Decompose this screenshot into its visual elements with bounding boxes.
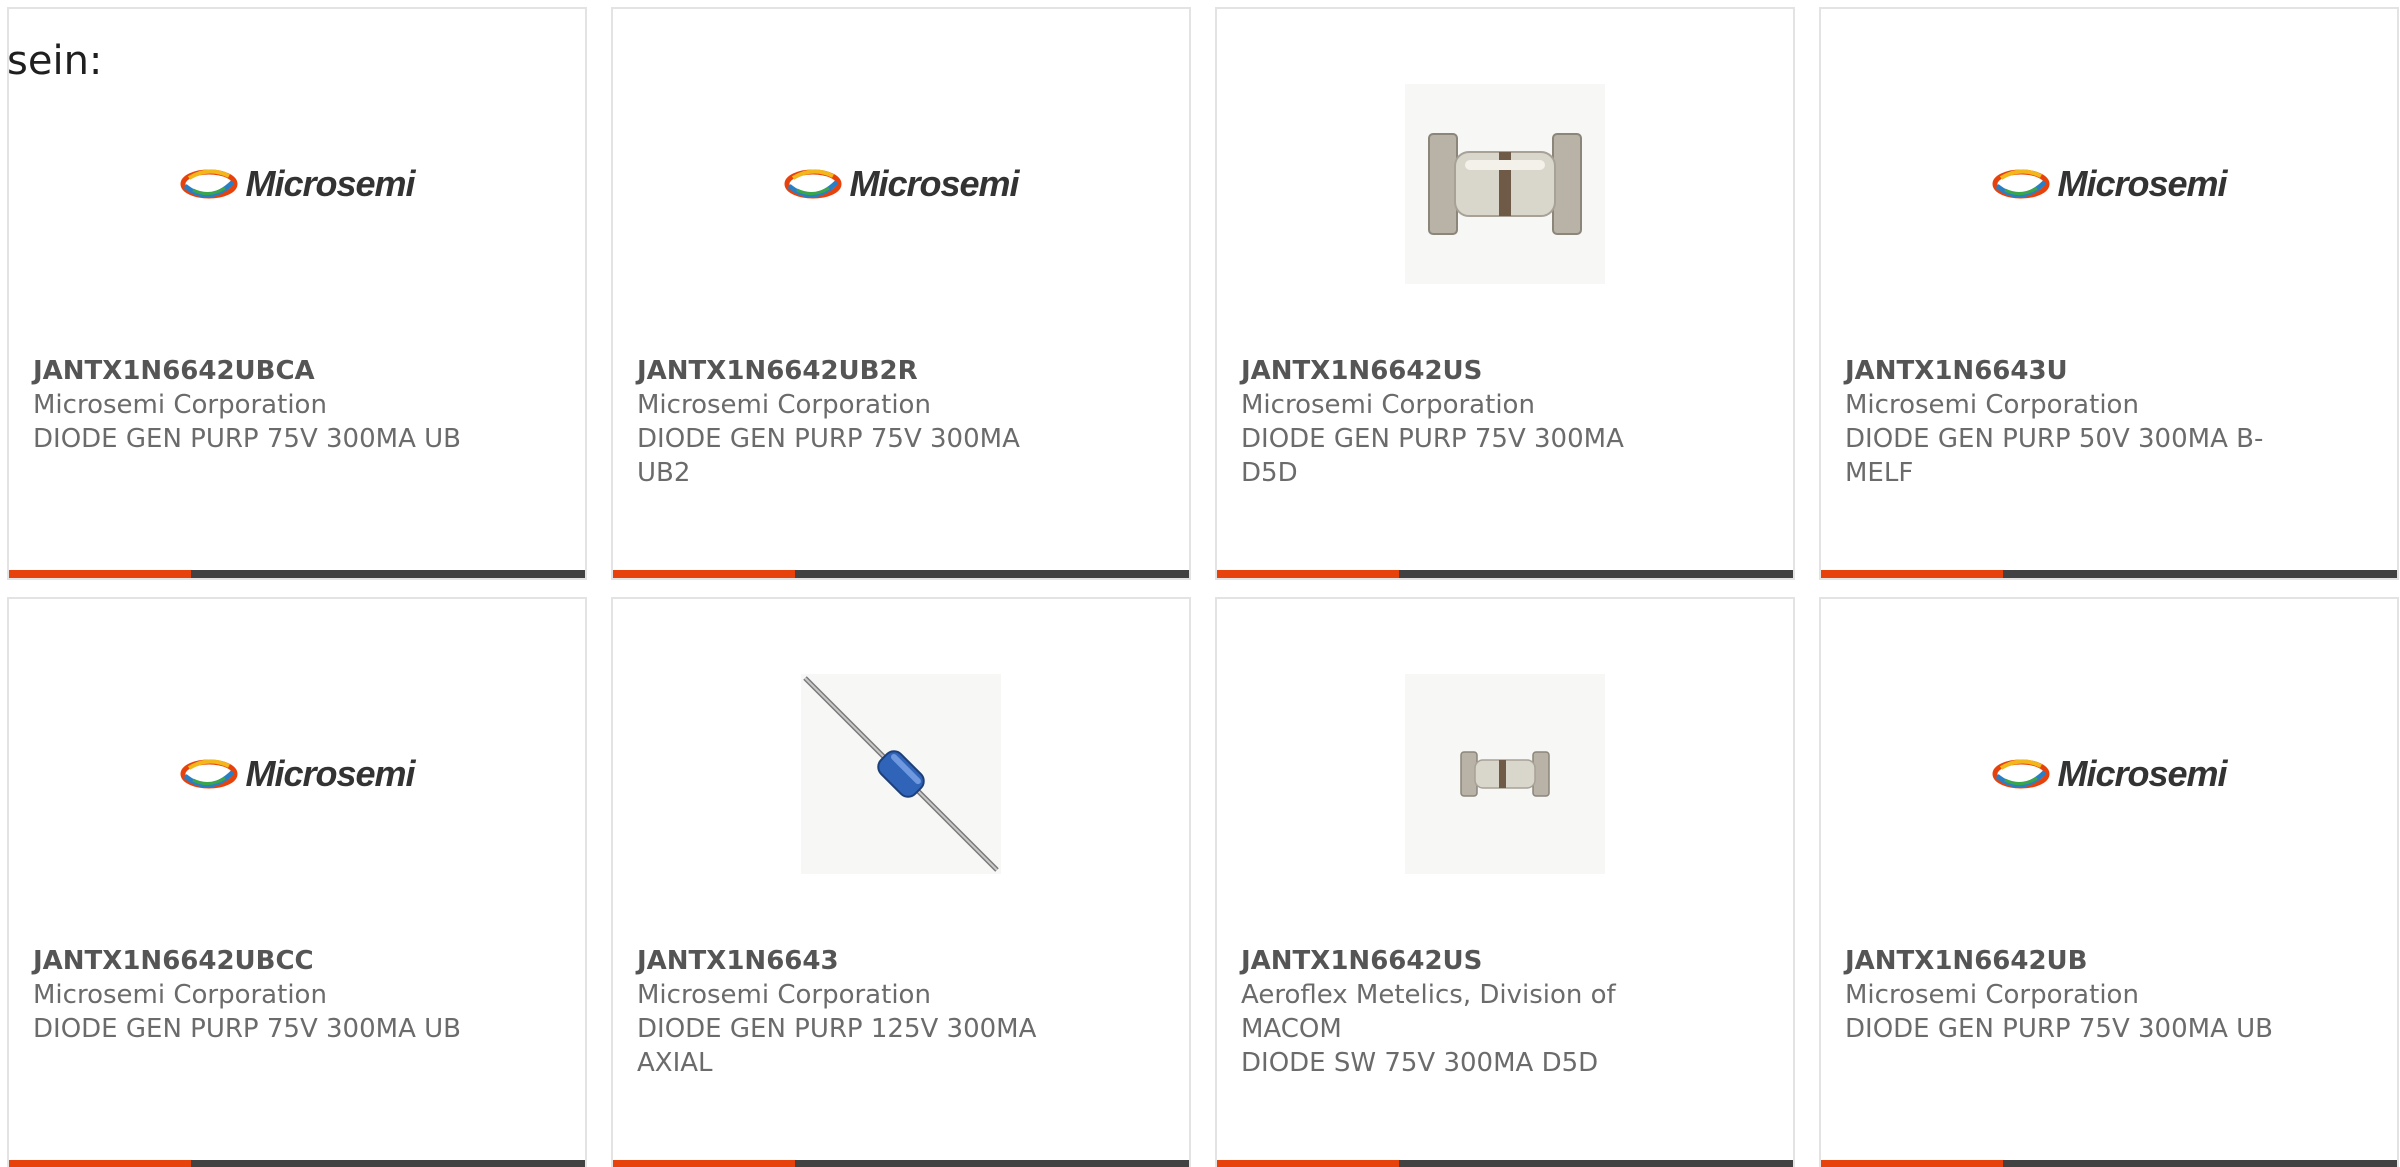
microsemi-logo-icon: Microsemi (1991, 163, 2228, 205)
product-image[interactable]: Microsemi (1821, 669, 2397, 879)
description-line-2: UB2 (637, 458, 691, 488)
description: DIODE GEN PURP 75V 300MA UB (33, 1014, 461, 1044)
part-number[interactable]: JANTX1N6642UBCC (33, 944, 463, 978)
manufacturer: Microsemi Corporation (637, 980, 931, 1010)
product-card[interactable]: JANTX1N6642US Microsemi Corporation DIOD… (1215, 7, 1795, 580)
manufacturer: Microsemi Corporation (1241, 390, 1535, 420)
logo-text: Microsemi (2057, 753, 2227, 794)
logo-text: Microsemi (245, 753, 415, 794)
description: DIODE GEN PURP 75V 300MA UB (33, 424, 461, 454)
description: DIODE SW 75V 300MA D5D (1241, 1048, 1599, 1078)
manufacturer: Microsemi Corporation (1845, 980, 2139, 1010)
card-bar (1821, 1160, 2397, 1167)
card-bar (613, 1160, 1189, 1167)
description: DIODE GEN PURP 75V 300MA UB (1845, 1014, 2273, 1044)
part-number[interactable]: JANTX1N6642US (1241, 354, 1671, 388)
description-line-2: AXIAL (637, 1048, 713, 1078)
product-meta: JANTX1N6642UBCA Microsemi Corporation DI… (33, 354, 463, 456)
product-meta: JANTX1N6642US Microsemi Corporation DIOD… (1241, 354, 1671, 490)
card-bar-accent (9, 1160, 191, 1167)
product-image[interactable]: Microsemi (613, 79, 1189, 289)
product-image[interactable]: Microsemi (9, 79, 585, 289)
part-number[interactable]: JANTX1N6642US (1241, 944, 1671, 978)
product-meta: JANTX1N6643U Microsemi Corporation DIODE… (1845, 354, 2275, 490)
product-image[interactable]: Microsemi (9, 669, 585, 879)
card-bar (1217, 570, 1793, 578)
part-number[interactable]: JANTX1N6642UBCA (33, 354, 463, 388)
manufacturer: Aeroflex Metelics, Division of (1241, 980, 1616, 1010)
card-bar-accent (9, 570, 191, 578)
card-bar-accent (613, 570, 795, 578)
microsemi-logo-icon: Microsemi (179, 163, 416, 205)
d5d-diode-small-photo-icon (1405, 674, 1605, 874)
product-card[interactable]: Microsemi JANTX1N6642UB2R Microsemi Corp… (611, 7, 1191, 580)
card-bar-accent (1217, 570, 1399, 578)
card-bar-accent (613, 1160, 795, 1167)
logo-text: Microsemi (2057, 163, 2227, 204)
product-meta: JANTX1N6642US Aeroflex Metelics, Divisio… (1241, 944, 1671, 1080)
description-line-2: MELF (1845, 458, 1914, 488)
description: DIODE GEN PURP 125V 300MA (637, 1014, 1037, 1044)
product-card[interactable]: Microsemi JANTX1N6642UBCA Microsemi Corp… (7, 7, 587, 580)
product-card[interactable]: JANTX1N6643 Microsemi Corporation DIODE … (611, 597, 1191, 1167)
intro-text: sein: (7, 38, 103, 84)
product-meta: JANTX1N6643 Microsemi Corporation DIODE … (637, 944, 1067, 1080)
product-image[interactable]: Microsemi (1821, 79, 2397, 289)
product-card[interactable]: Microsemi JANTX1N6642UBCC Microsemi Corp… (7, 597, 587, 1167)
description: DIODE GEN PURP 75V 300MA (1241, 424, 1624, 454)
manufacturer-line-2: MACOM (1241, 1014, 1342, 1044)
product-card[interactable]: JANTX1N6642US Aeroflex Metelics, Divisio… (1215, 597, 1795, 1167)
part-number[interactable]: JANTX1N6642UB (1845, 944, 2275, 978)
manufacturer: Microsemi Corporation (33, 980, 327, 1010)
product-image[interactable] (1217, 669, 1793, 879)
product-card[interactable]: Microsemi JANTX1N6642UB Microsemi Corpor… (1819, 597, 2399, 1167)
product-image[interactable] (1217, 79, 1793, 289)
product-meta: JANTX1N6642UBCC Microsemi Corporation DI… (33, 944, 463, 1046)
product-card[interactable]: Microsemi JANTX1N6643U Microsemi Corpora… (1819, 7, 2399, 580)
manufacturer: Microsemi Corporation (33, 390, 327, 420)
microsemi-logo-icon: Microsemi (783, 163, 1020, 205)
card-bar (9, 570, 585, 578)
product-meta: JANTX1N6642UB2R Microsemi Corporation DI… (637, 354, 1067, 490)
part-number[interactable]: JANTX1N6643U (1845, 354, 2275, 388)
card-bar (613, 570, 1189, 578)
part-number[interactable]: JANTX1N6642UB2R (637, 354, 1067, 388)
manufacturer: Microsemi Corporation (637, 390, 931, 420)
card-bar-accent (1217, 1160, 1399, 1167)
logo-text: Microsemi (849, 163, 1019, 204)
product-image[interactable] (613, 669, 1189, 879)
microsemi-logo-icon: Microsemi (179, 753, 416, 795)
product-grid-page: sein: Microsemi JANTX1N6642UBCA Microsem… (0, 0, 2400, 1167)
description: DIODE GEN PURP 75V 300MA (637, 424, 1020, 454)
part-number[interactable]: JANTX1N6643 (637, 944, 1067, 978)
microsemi-logo-icon: Microsemi (1991, 753, 2228, 795)
card-bar-accent (1821, 1160, 2003, 1167)
description-line-2: D5D (1241, 458, 1298, 488)
card-bar (9, 1160, 585, 1167)
product-meta: JANTX1N6642UB Microsemi Corporation DIOD… (1845, 944, 2275, 1046)
manufacturer: Microsemi Corporation (1845, 390, 2139, 420)
d5d-diode-photo-icon (1405, 84, 1605, 284)
logo-text: Microsemi (245, 163, 415, 204)
card-bar-accent (1821, 570, 2003, 578)
axial-diode-photo-icon (801, 674, 1001, 874)
card-bar (1821, 570, 2397, 578)
description: DIODE GEN PURP 50V 300MA B- (1845, 424, 2264, 454)
card-bar (1217, 1160, 1793, 1167)
